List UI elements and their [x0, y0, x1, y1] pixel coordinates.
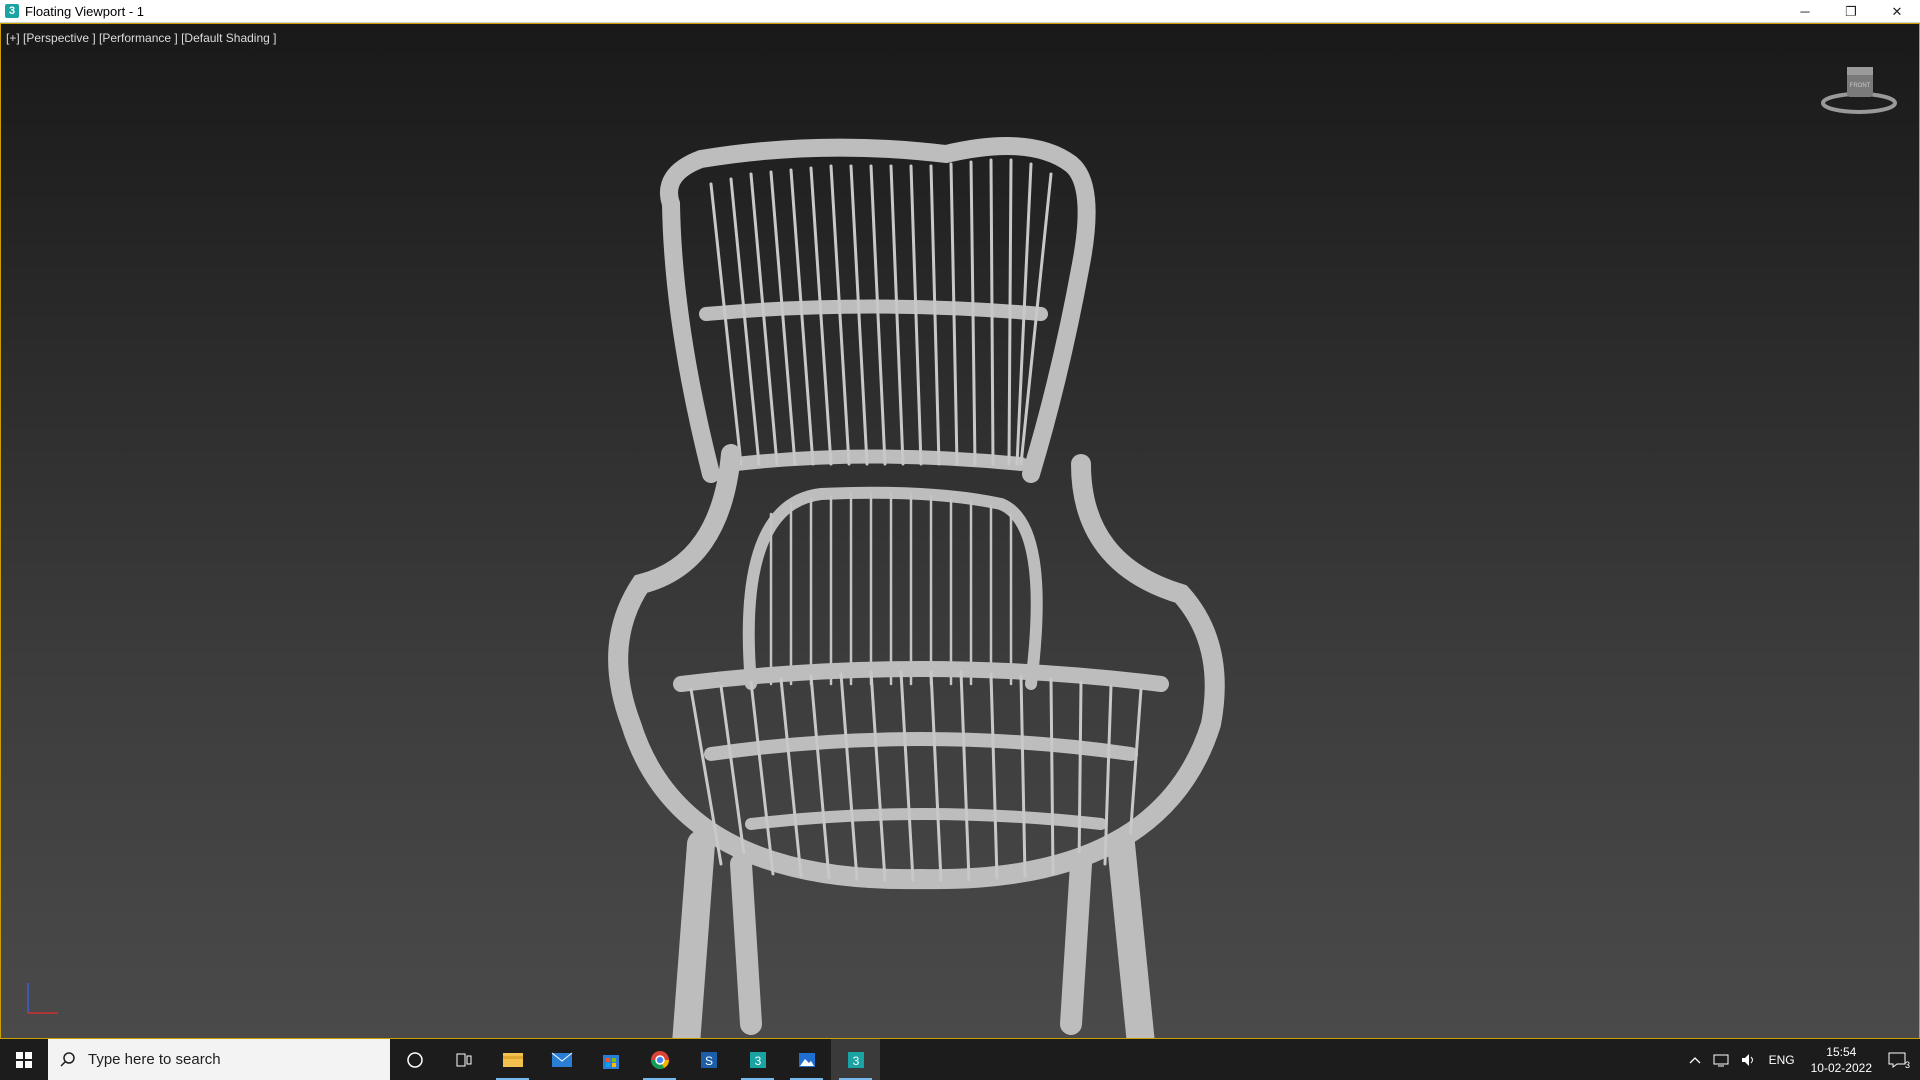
minimize-button[interactable]: ─	[1782, 0, 1828, 23]
start-button[interactable]	[0, 1039, 48, 1080]
restore-button[interactable]: ❐	[1828, 0, 1874, 23]
rattan-chair-model	[608, 137, 1225, 1038]
viewport-label-menu[interactable]: [+] [Perspective ] [Performance ] [Defau…	[6, 31, 276, 45]
title-bar: 3 Floating Viewport - 1 ─ ❐ ✕	[0, 0, 1920, 23]
windows-taskbar: Type here to search S 3 3 ENG 15:54 10-0…	[0, 1039, 1920, 1080]
task-view-icon[interactable]	[439, 1039, 488, 1080]
chrome-icon[interactable]	[635, 1039, 684, 1080]
photos-icon[interactable]	[782, 1039, 831, 1080]
axis-gizmo-icon	[27, 983, 58, 1014]
svg-text:S: S	[704, 1054, 712, 1068]
clock-time: 15:54	[1826, 1044, 1857, 1059]
notification-count-badge: 3	[1904, 1059, 1910, 1070]
window-title: Floating Viewport - 1	[25, 3, 144, 19]
mail-icon[interactable]	[537, 1039, 586, 1080]
windows-logo-icon	[16, 1051, 32, 1068]
clock-date: 10-02-2022	[1810, 1060, 1872, 1075]
svg-text:3: 3	[754, 1054, 761, 1068]
3dsmax-active-icon[interactable]: 3	[831, 1039, 880, 1080]
close-button[interactable]: ✕	[1874, 0, 1920, 23]
volume-icon[interactable]	[1741, 1053, 1757, 1067]
language-indicator[interactable]: ENG	[1769, 1053, 1795, 1067]
viewcube-icon[interactable]: FRONT	[1819, 59, 1899, 119]
store-icon[interactable]	[586, 1039, 635, 1080]
viewcube-face-label: FRONT	[1850, 83, 1871, 89]
search-placeholder: Type here to search	[88, 1051, 221, 1068]
file-explorer-icon[interactable]	[488, 1039, 537, 1080]
3dsmax-icon[interactable]: 3	[733, 1039, 782, 1080]
search-icon	[60, 1051, 75, 1067]
network-icon[interactable]	[1713, 1053, 1729, 1067]
sketchup-icon[interactable]: S	[684, 1039, 733, 1080]
taskbar-search-box[interactable]: Type here to search	[48, 1039, 390, 1080]
clock[interactable]: 15:54 10-02-2022	[1811, 1044, 1872, 1076]
system-tray: ENG 15:54 10-02-2022 3	[1683, 1039, 1920, 1080]
cortana-icon[interactable]	[390, 1039, 439, 1080]
chevron-up-icon[interactable]	[1689, 1056, 1701, 1064]
3d-viewport[interactable]: [+] [Perspective ] [Performance ] [Defau…	[0, 23, 1920, 1039]
svg-text:3: 3	[852, 1054, 859, 1068]
notification-center-icon[interactable]: 3	[1888, 1052, 1910, 1070]
3dsmax-app-icon: 3	[5, 4, 19, 18]
